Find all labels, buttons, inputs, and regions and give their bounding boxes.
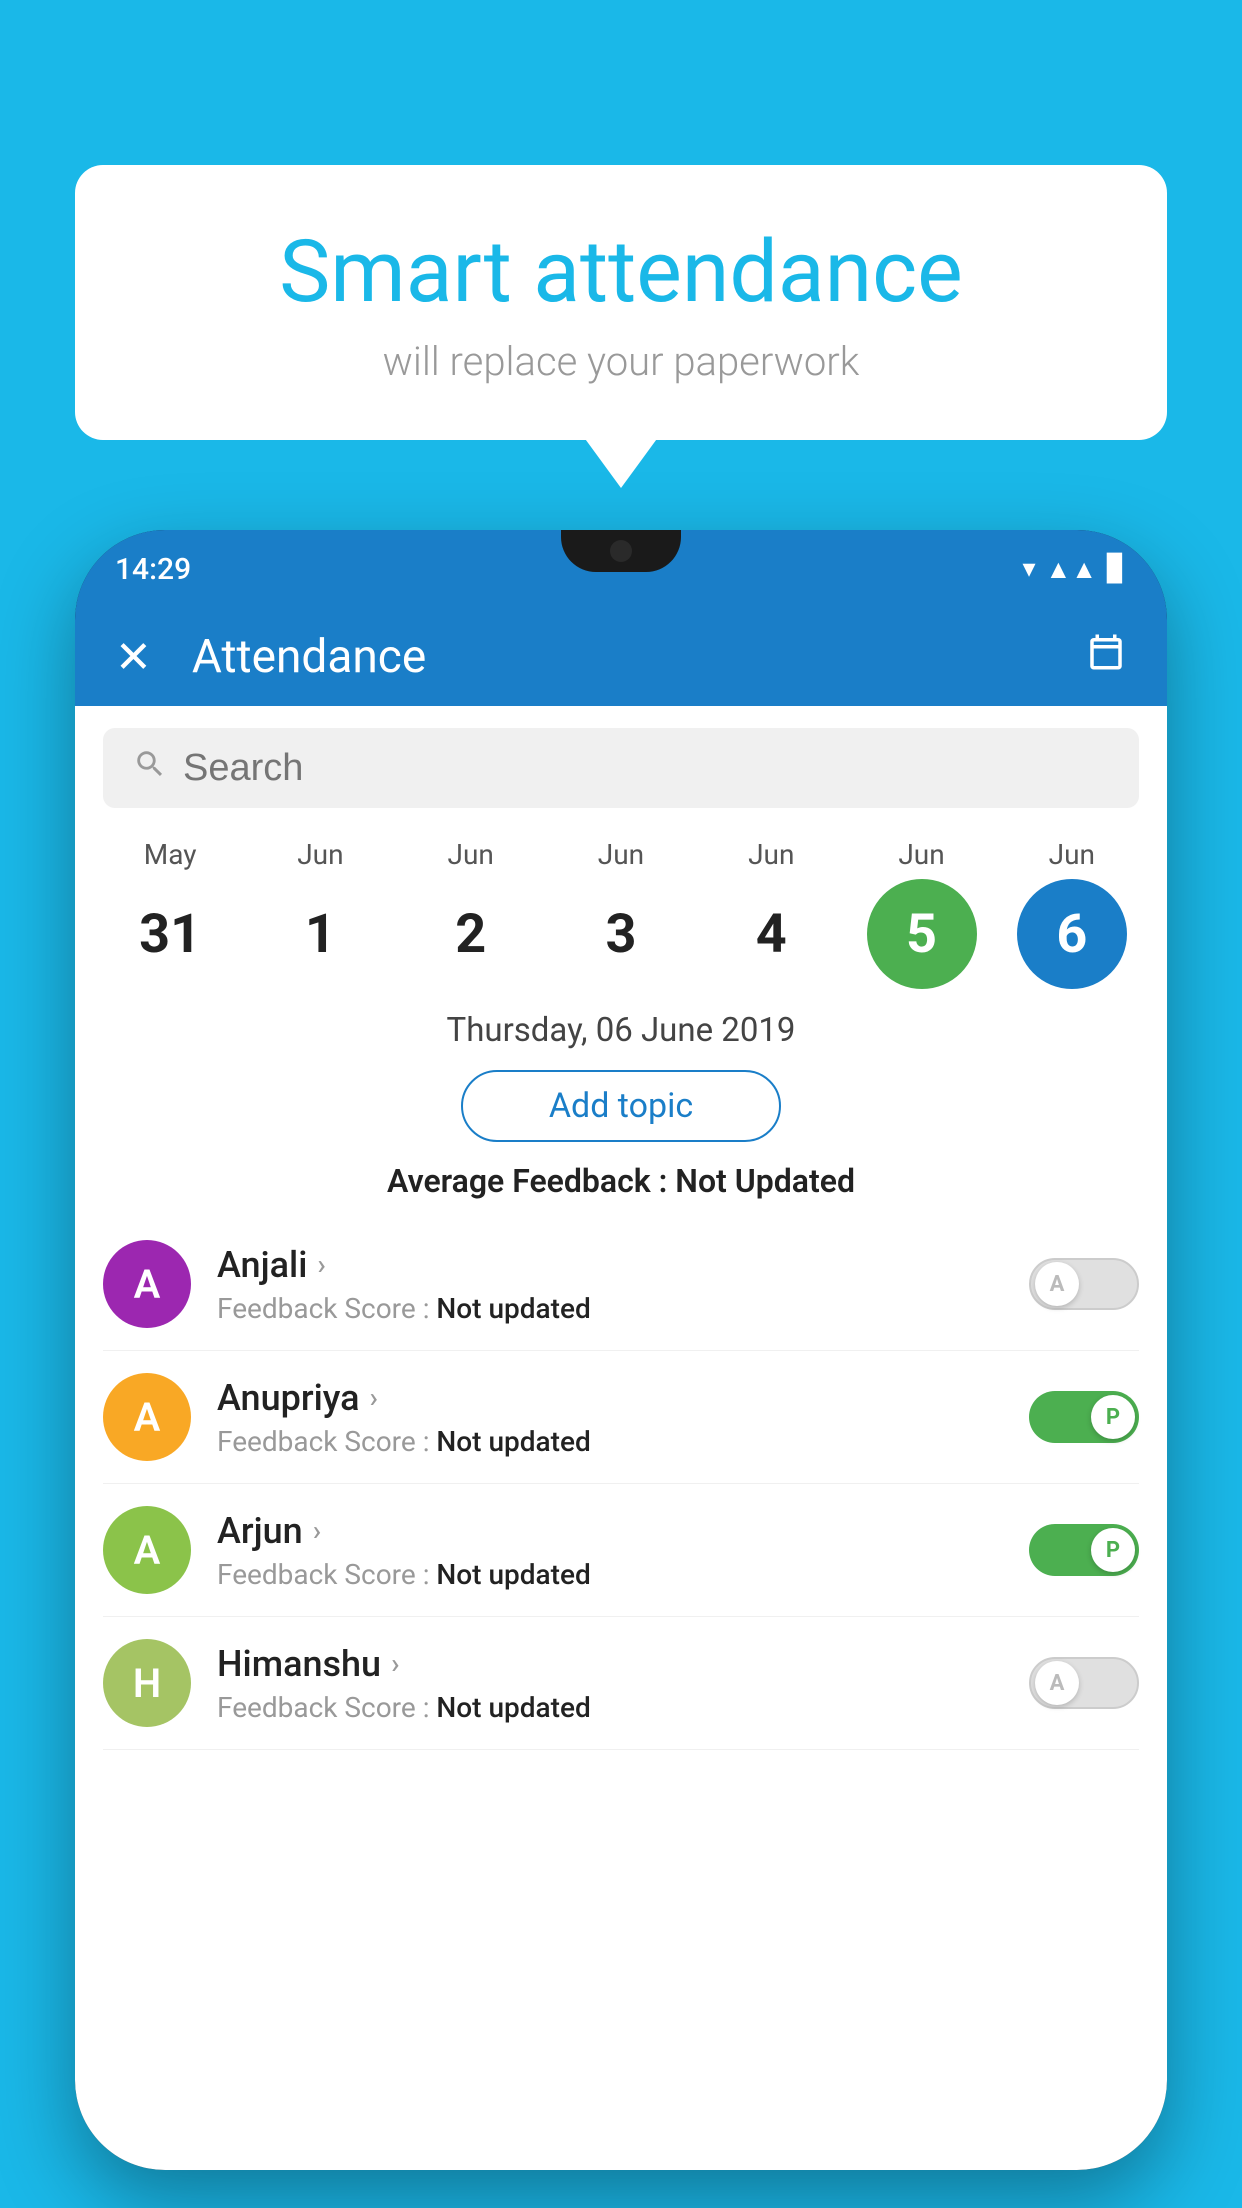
attendance-toggle[interactable]: P — [1029, 1524, 1139, 1576]
signal-icon: ▲▲ — [1046, 554, 1097, 585]
student-name[interactable]: Anupriya › — [217, 1377, 1029, 1419]
chevron-right-icon: › — [370, 1381, 378, 1414]
chevron-right-icon: › — [391, 1647, 399, 1680]
phone-notch — [561, 530, 681, 572]
attendance-toggle[interactable]: A — [1029, 1657, 1139, 1709]
day-number[interactable]: 1 — [265, 879, 375, 989]
attendance-toggle[interactable]: P — [1029, 1391, 1139, 1443]
status-icons: ▾ ▲▲ ▊ — [1022, 554, 1127, 585]
search-input[interactable] — [183, 747, 1109, 790]
student-row: H Himanshu › Feedback Score : Not updatedA — [103, 1617, 1139, 1750]
date-col[interactable]: Jun 5 — [857, 838, 987, 989]
date-strip: May 31 Jun 1 Jun 2 Jun 3 Jun 4 Jun 5 Jun 6 — [75, 830, 1167, 989]
date-col[interactable]: Jun 2 — [406, 838, 536, 989]
battery-icon: ▊ — [1107, 554, 1127, 584]
day-number[interactable]: 31 — [115, 879, 225, 989]
bubble-subtitle: will replace your paperwork — [125, 338, 1117, 385]
day-number[interactable]: 6 — [1017, 879, 1127, 989]
student-avatar: A — [103, 1240, 191, 1328]
student-info: Anupriya › Feedback Score : Not updated — [217, 1377, 1029, 1458]
student-row: A Arjun › Feedback Score : Not updated P — [103, 1484, 1139, 1617]
day-number[interactable]: 3 — [566, 879, 676, 989]
wifi-icon: ▾ — [1022, 554, 1035, 584]
selected-date: Thursday, 06 June 2019 — [75, 1011, 1167, 1050]
avg-feedback-label: Average Feedback : — [387, 1162, 667, 1200]
date-col[interactable]: Jun 6 — [1007, 838, 1137, 989]
month-label: May — [144, 838, 197, 871]
student-name[interactable]: Himanshu › — [217, 1643, 1029, 1685]
close-button[interactable]: ✕ — [115, 631, 152, 683]
day-number[interactable]: 4 — [716, 879, 826, 989]
student-info: Himanshu › Feedback Score : Not updated — [217, 1643, 1029, 1724]
toggle-knob: P — [1091, 1395, 1135, 1439]
date-col[interactable]: Jun 1 — [255, 838, 385, 989]
avg-feedback: Average Feedback : Not Updated — [75, 1162, 1167, 1200]
date-col[interactable]: May 31 — [105, 838, 235, 989]
attendance-toggle[interactable]: A — [1029, 1258, 1139, 1310]
student-row: A Anupriya › Feedback Score : Not updated P — [103, 1351, 1139, 1484]
avg-feedback-value: Not Updated — [675, 1162, 855, 1200]
student-avatar: A — [103, 1373, 191, 1461]
month-label: Jun — [1049, 838, 1095, 871]
student-name[interactable]: Anjali › — [217, 1244, 1029, 1286]
add-topic-button[interactable]: Add topic — [461, 1070, 781, 1142]
student-list: AAnjali ›Feedback Score : Not updatedAAA… — [75, 1218, 1167, 1750]
toggle-knob: A — [1035, 1661, 1079, 1705]
header-title: Attendance — [192, 630, 1085, 684]
chevron-right-icon: › — [313, 1514, 321, 1547]
student-row: AAnjali ›Feedback Score : Not updatedA — [103, 1218, 1139, 1351]
bubble-title: Smart attendance — [125, 225, 1117, 320]
month-label: Jun — [898, 838, 944, 871]
month-label: Jun — [297, 838, 343, 871]
month-label: Jun — [748, 838, 794, 871]
student-avatar: A — [103, 1506, 191, 1594]
date-col[interactable]: Jun 3 — [556, 838, 686, 989]
student-feedback: Feedback Score : Not updated — [217, 1292, 1029, 1325]
student-feedback: Feedback Score : Not updated — [217, 1558, 1029, 1591]
day-number[interactable]: 5 — [867, 879, 977, 989]
toggle-knob: A — [1035, 1262, 1079, 1306]
student-name[interactable]: Arjun › — [217, 1510, 1029, 1552]
search-icon — [133, 747, 167, 790]
search-bar[interactable] — [103, 728, 1139, 808]
student-info: Anjali › Feedback Score : Not updated — [217, 1244, 1029, 1325]
student-avatar: H — [103, 1639, 191, 1727]
speech-bubble: Smart attendance will replace your paper… — [75, 165, 1167, 440]
camera — [610, 540, 632, 562]
status-time: 14:29 — [115, 552, 191, 587]
date-col[interactable]: Jun 4 — [706, 838, 836, 989]
day-number[interactable]: 2 — [416, 879, 526, 989]
calendar-icon[interactable] — [1085, 631, 1127, 684]
screen-content: May 31 Jun 1 Jun 2 Jun 3 Jun 4 Jun 5 Jun 6 Thursday, … — [75, 706, 1167, 2170]
toggle-knob: P — [1091, 1528, 1135, 1572]
student-info: Arjun › Feedback Score : Not updated — [217, 1510, 1029, 1591]
app-header: ✕ Attendance — [75, 608, 1167, 706]
phone-frame: 14:29 ▾ ▲▲ ▊ ✕ Attendance — [75, 530, 1167, 2170]
student-feedback: Feedback Score : Not updated — [217, 1691, 1029, 1724]
month-label: Jun — [448, 838, 494, 871]
chevron-right-icon: › — [317, 1248, 325, 1281]
month-label: Jun — [598, 838, 644, 871]
student-feedback: Feedback Score : Not updated — [217, 1425, 1029, 1458]
